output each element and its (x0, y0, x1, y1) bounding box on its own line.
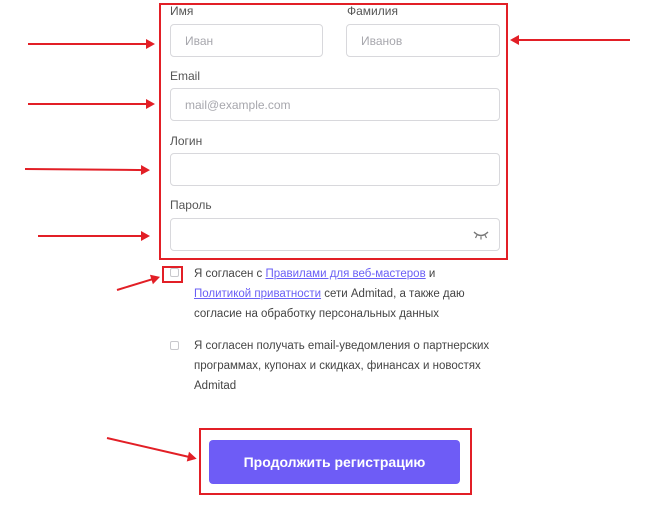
terms-prefix: Я согласен с (194, 268, 266, 280)
annotation-arrow-email (28, 99, 155, 109)
email-input[interactable] (170, 88, 500, 121)
newsletter-consent-text: Я согласен получать email-уведомления о … (194, 336, 524, 396)
annotation-arrow-first-name (28, 39, 155, 49)
newsletter-line2: программах, купонах и скидках, финансах … (194, 360, 481, 372)
webmaster-rules-link[interactable]: Правилами для веб-мастеров (265, 268, 425, 280)
terms-line3: согласие на обработку персональных данны… (194, 308, 440, 320)
last-name-input[interactable] (346, 24, 500, 57)
continue-registration-button[interactable]: Продолжить регистрацию (209, 440, 460, 484)
email-label: Email (170, 69, 201, 83)
newsletter-line1: Я согласен получать email-уведомления о … (194, 340, 490, 352)
terms-suffix: сети Admitad, а также даю (321, 288, 465, 300)
first-name-input[interactable] (170, 24, 323, 57)
terms-mid: и (425, 268, 436, 280)
annotation-arrow-last-name (512, 39, 630, 41)
eye-closed-icon[interactable] (473, 229, 489, 241)
newsletter-checkbox[interactable] (170, 341, 179, 350)
annotation-arrow-password (38, 231, 150, 241)
password-input[interactable] (170, 218, 500, 251)
annotation-arrow-button (106, 437, 195, 460)
login-input[interactable] (170, 153, 500, 186)
login-label: Логин (170, 134, 203, 148)
terms-consent-text: Я согласен с Правилами для веб-мастеров … (194, 264, 514, 324)
password-label: Пароль (170, 198, 212, 212)
terms-checkbox[interactable] (170, 268, 179, 277)
privacy-policy-link[interactable]: Политикой приватности (194, 288, 321, 300)
last-name-label: Фамилия (347, 4, 398, 18)
annotation-arrow-login (24, 168, 149, 172)
first-name-label: Имя (170, 4, 194, 18)
newsletter-line3: Admitad (194, 380, 237, 392)
annotation-arrow-checkbox (116, 276, 159, 291)
